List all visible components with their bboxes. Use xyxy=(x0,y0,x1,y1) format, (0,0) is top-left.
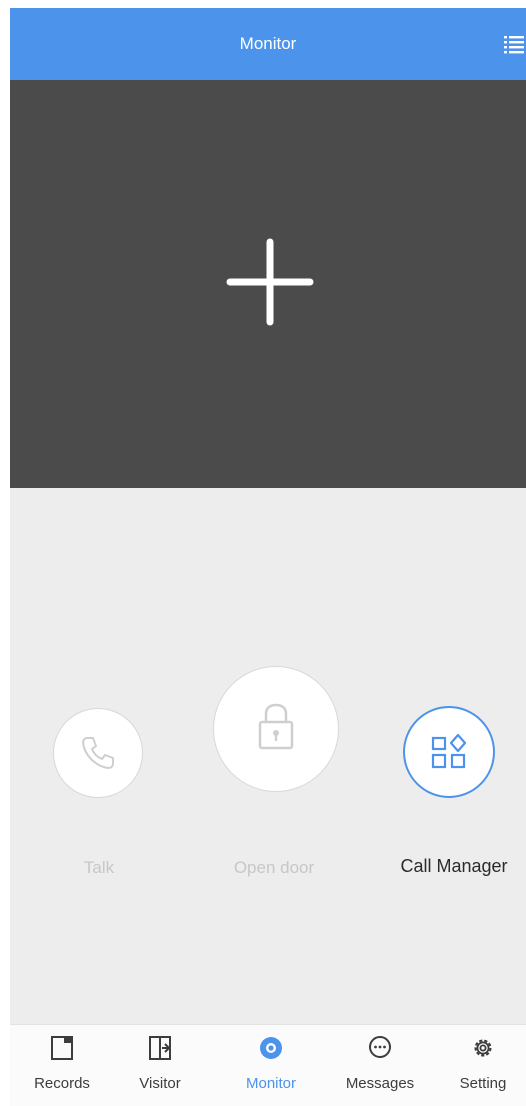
tab-visitor-label: Visitor xyxy=(139,1075,181,1092)
phone-icon xyxy=(82,737,114,769)
apps-icon xyxy=(431,733,467,769)
chat-icon xyxy=(369,1036,391,1058)
tab-setting[interactable]: Setting xyxy=(442,1025,524,1106)
visitor-icon xyxy=(149,1036,171,1060)
open-door-button[interactable] xyxy=(213,666,339,792)
record-icon xyxy=(51,1036,73,1060)
bottom-tab-bar: Records Visitor Monitor Messages Setting xyxy=(10,1024,526,1106)
list-icon[interactable] xyxy=(504,34,524,54)
talk-label: Talk xyxy=(83,858,115,877)
page-title: Monitor xyxy=(239,34,297,53)
plus-icon[interactable] xyxy=(218,236,322,328)
tab-monitor[interactable]: Monitor xyxy=(228,1025,314,1106)
call-manager-button[interactable] xyxy=(403,706,495,798)
tab-setting-label: Setting xyxy=(459,1075,507,1092)
tab-messages[interactable]: Messages xyxy=(333,1025,427,1106)
tab-messages-label: Messages xyxy=(345,1075,415,1092)
call-manager-label: Call Manager xyxy=(400,856,508,876)
tab-records-label: Records xyxy=(34,1075,90,1092)
tab-records[interactable]: Records xyxy=(24,1025,100,1106)
tab-visitor[interactable]: Visitor xyxy=(122,1025,198,1106)
monitor-icon xyxy=(260,1037,282,1059)
talk-button[interactable] xyxy=(53,708,143,798)
tab-monitor-label: Monitor xyxy=(245,1075,297,1092)
gear-icon xyxy=(474,1039,492,1057)
header-bar: Monitor xyxy=(10,8,526,80)
lock-icon xyxy=(258,703,294,750)
open-door-label: Open door xyxy=(233,858,315,877)
